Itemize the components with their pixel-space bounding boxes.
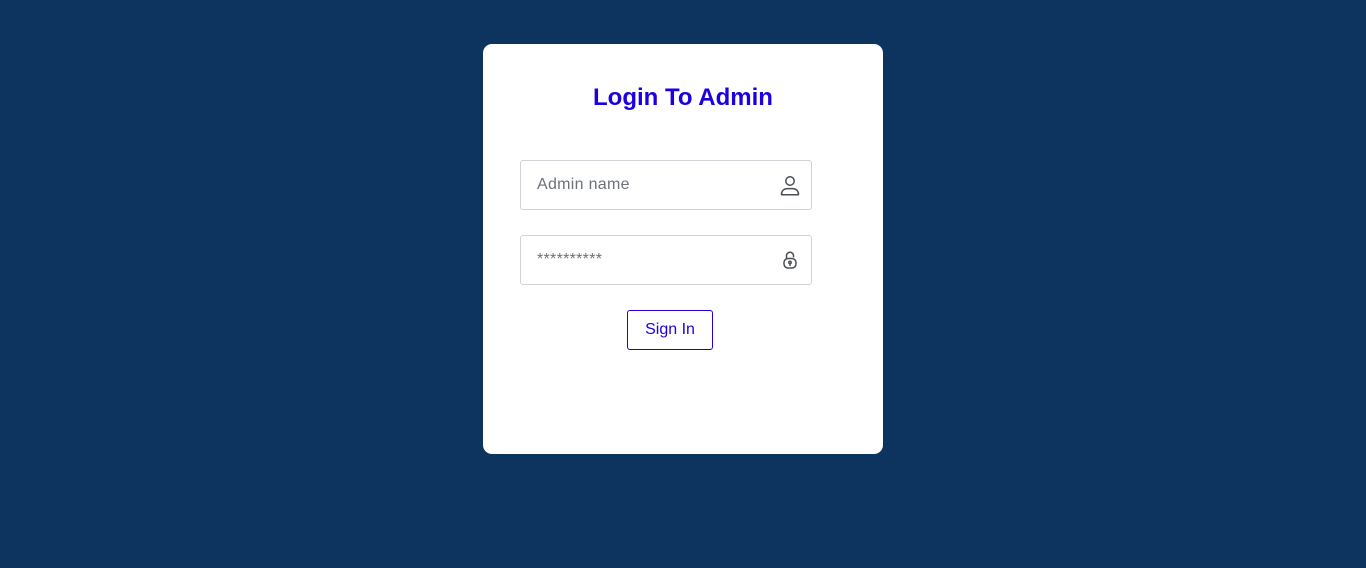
- sign-in-button[interactable]: Sign In: [627, 310, 713, 350]
- user-icon: [779, 174, 801, 196]
- admin-name-input[interactable]: [521, 161, 771, 209]
- login-title: Login To Admin: [593, 84, 773, 111]
- login-card: Login To Admin Sign In: [483, 44, 883, 454]
- admin-name-field[interactable]: [520, 160, 812, 210]
- password-field[interactable]: [520, 235, 812, 285]
- password-input[interactable]: [521, 236, 771, 284]
- lock-icon: [779, 249, 801, 271]
